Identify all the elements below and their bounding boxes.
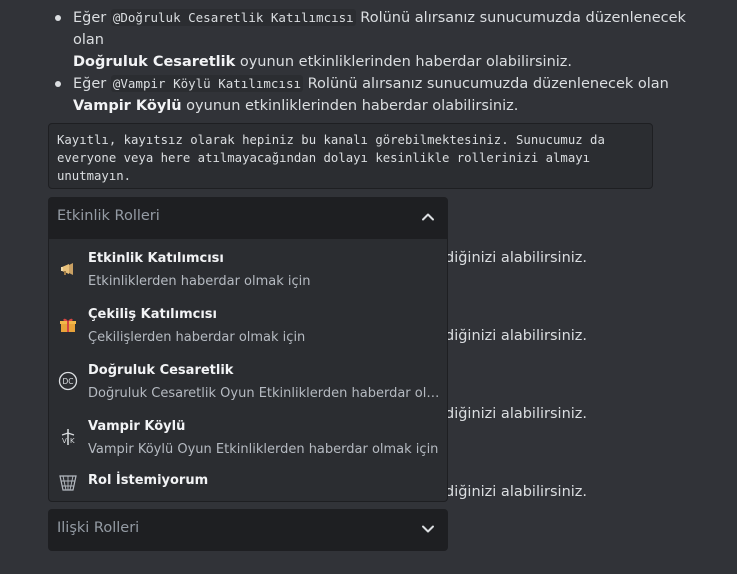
gift-icon bbox=[58, 315, 78, 335]
option-title: Çekiliş Katılımcısı bbox=[88, 307, 217, 322]
menu-option-etkinlik-katilimcisi[interactable]: Etkinlik Katılımcısı Etkinliklerden habe… bbox=[49, 242, 447, 298]
bullet-prefix: Eğer bbox=[73, 76, 111, 92]
message-text-fragment: diğinizi alabilirsiniz. bbox=[445, 484, 588, 500]
option-description: Vampir Köylü Oyun Etkinliklerden haberda… bbox=[88, 442, 439, 457]
bullet-middle: Rolünü alırsanız sunucumuzda düzenlenece… bbox=[303, 76, 669, 92]
role-mention[interactable]: @Doğruluk Cesaretlik Katılımcısı bbox=[110, 9, 356, 26]
svg-text:DC: DC bbox=[62, 377, 73, 386]
event-roles-select[interactable]: Etkinlik Rolleri bbox=[48, 197, 448, 239]
menu-option-dogruluk-cesaretlik[interactable]: DC Doğruluk Cesaretlik Doğruluk Cesaretl… bbox=[49, 354, 447, 410]
basket-icon bbox=[58, 472, 78, 492]
bullet-bold: Vampir Köylü bbox=[73, 98, 182, 114]
option-title: Rol İstemiyorum bbox=[88, 473, 209, 488]
bullet-dot bbox=[55, 81, 61, 87]
option-title: Etkinlik Katılımcısı bbox=[88, 251, 224, 266]
bullet-bold: Doğruluk Cesaretlik bbox=[73, 54, 236, 70]
message-text-fragment: diğinizi alabilirsiniz. bbox=[445, 406, 588, 422]
bullet-item: Eğer @Doğruluk Cesaretlik Katılımcısı Ro… bbox=[55, 7, 695, 73]
vampire-icon: V K bbox=[58, 427, 78, 447]
relation-roles-select[interactable]: Ilişki Rolleri bbox=[48, 509, 448, 551]
message-text-fragment: diğinizi alabilirsiniz. bbox=[445, 250, 588, 266]
select-placeholder: Ilişki Rolleri bbox=[57, 520, 140, 536]
bullet-dot bbox=[55, 15, 61, 21]
megaphone-icon bbox=[58, 259, 78, 279]
bullet-prefix: Eğer bbox=[73, 10, 111, 26]
dc-badge-icon: DC bbox=[58, 371, 78, 391]
menu-option-vampir-koylu[interactable]: V K Vampir Köylü Vampir Köylü Oyun Etkin… bbox=[49, 410, 447, 466]
chevron-up-icon bbox=[422, 213, 434, 221]
bullet-suffix: oyunun etkinliklerinden haberdar olabili… bbox=[235, 54, 573, 70]
select-placeholder: Etkinlik Rolleri bbox=[57, 208, 160, 224]
bullet-text: Eğer @Doğruluk Cesaretlik Katılımcısı Ro… bbox=[55, 7, 695, 73]
menu-option-cekilis-katilimcisi[interactable]: Çekiliş Katılımcısı Çekilişlerden haberd… bbox=[49, 298, 447, 354]
message-text-fragment: diğinizi alabilirsiniz. bbox=[445, 328, 588, 344]
code-block: Kayıtlı, kayıtsız olarak hepiniz bu kana… bbox=[48, 123, 653, 189]
option-description: Doğruluk Cesaretlik Oyun Etkinliklerden … bbox=[88, 386, 440, 401]
option-description: Etkinliklerden haberdar olmak için bbox=[88, 274, 311, 289]
svg-text:K: K bbox=[70, 437, 75, 445]
option-description: Çekilişlerden haberdar olmak için bbox=[88, 330, 306, 345]
option-title: Vampir Köylü bbox=[88, 419, 186, 434]
svg-text:V: V bbox=[62, 437, 67, 445]
role-mention[interactable]: @Vampir Köylü Katılımcısı bbox=[110, 75, 304, 92]
bullet-suffix: oyunun etkinliklerinden haberdar olabili… bbox=[181, 98, 519, 114]
menu-option-rol-istemiyorum[interactable]: Rol İstemiyorum bbox=[49, 466, 447, 500]
chevron-down-icon bbox=[422, 525, 434, 533]
bullet-text: Eğer @Vampir Köylü Katılımcısı Rolünü al… bbox=[55, 73, 695, 117]
bullet-item: Eğer @Vampir Köylü Katılımcısı Rolünü al… bbox=[55, 73, 695, 117]
option-title: Doğruluk Cesaretlik bbox=[88, 363, 234, 378]
event-roles-menu: Etkinlik Katılımcısı Etkinliklerden habe… bbox=[48, 239, 448, 502]
